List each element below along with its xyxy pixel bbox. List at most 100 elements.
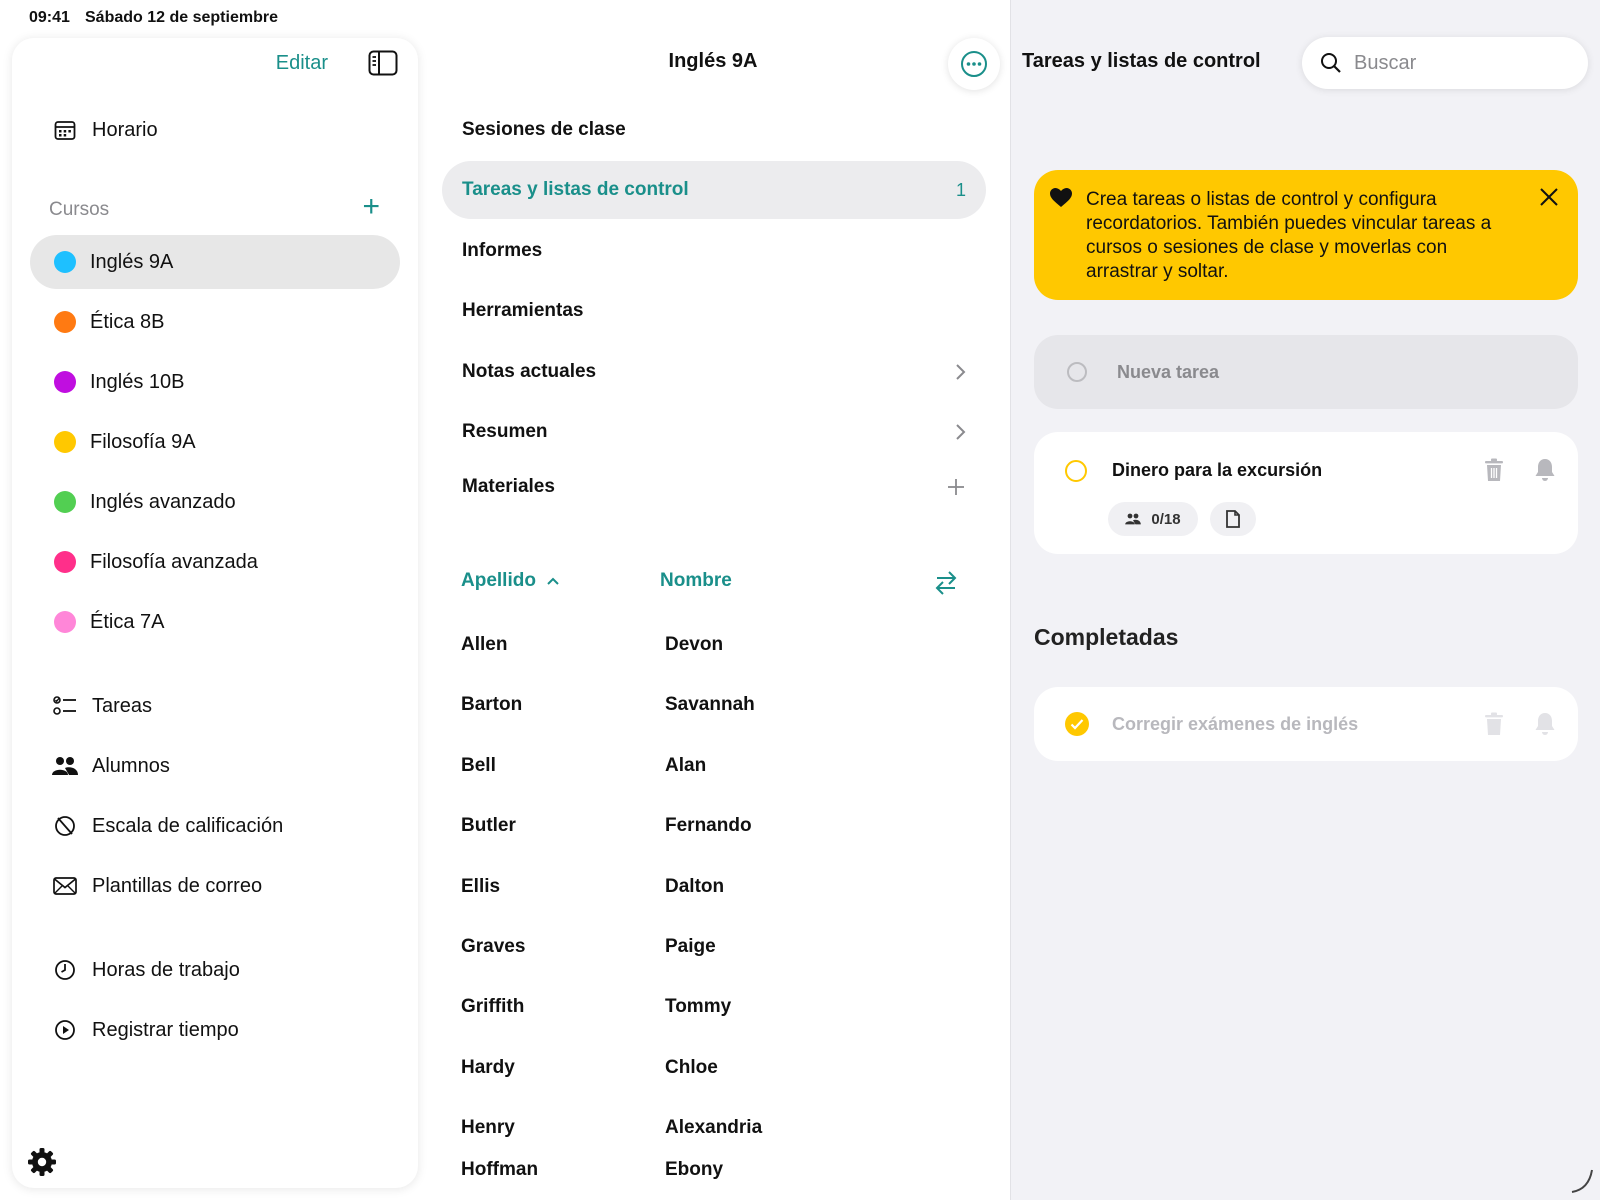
- swap-order-icon[interactable]: [934, 570, 958, 596]
- student-last-name: Henry: [461, 1117, 515, 1138]
- new-task-circle: [1067, 362, 1087, 382]
- play-circle-icon: [52, 1017, 78, 1043]
- course-color-dot: [54, 551, 76, 573]
- sidebar-toggle-icon[interactable]: [368, 50, 398, 76]
- student-first-name: Paige: [665, 936, 716, 957]
- trash-icon[interactable]: [1484, 458, 1504, 482]
- settings-gear-icon[interactable]: [26, 1146, 58, 1178]
- attachment-chip[interactable]: [1210, 502, 1256, 536]
- grading-scale-icon: [52, 813, 78, 839]
- sidebar-item-grading-scale[interactable]: Escala de calificación: [12, 796, 418, 856]
- sidebar-item-log-time[interactable]: Registrar tiempo: [12, 1000, 418, 1060]
- student-last-name: Butler: [461, 815, 516, 836]
- course-color-dot: [54, 251, 76, 273]
- menu-item-materials[interactable]: Materiales: [442, 458, 986, 516]
- menu-item-tasks-checklists[interactable]: Tareas y listas de control 1: [442, 161, 986, 219]
- student-first-name: Ebony: [665, 1159, 724, 1180]
- menu-item-tools[interactable]: Herramientas: [442, 282, 986, 340]
- new-task-input[interactable]: Nueva tarea: [1034, 335, 1578, 409]
- sidebar-item-label: Inglés 10B: [90, 370, 185, 393]
- student-row[interactable]: Butler Fernando: [461, 796, 981, 856]
- clock-icon: [52, 957, 78, 983]
- student-last-name: Bell: [461, 755, 496, 776]
- sidebar-item-label: Plantillas de correo: [92, 874, 263, 897]
- completed-check-icon[interactable]: [1065, 712, 1089, 736]
- status-date: Sábado 12 de septiembre: [85, 9, 278, 26]
- tip-text: Crea tareas o listas de control y config…: [1086, 189, 1492, 282]
- sidebar-course-advanced-philosophy[interactable]: Filosofía avanzada: [12, 532, 418, 592]
- menu-item-class-sessions[interactable]: Sesiones de clase: [442, 101, 986, 159]
- heart-icon: [1050, 188, 1072, 207]
- students-progress-chip[interactable]: 0/18: [1108, 502, 1198, 536]
- edit-button[interactable]: Editar: [276, 52, 328, 75]
- sidebar-course-philosophy-9a[interactable]: Filosofía 9A: [12, 412, 418, 472]
- sidebar-item-label: Inglés avanzado: [90, 490, 236, 513]
- bell-icon[interactable]: [1534, 458, 1556, 482]
- sidebar-item-email-templates[interactable]: Plantillas de correo: [12, 856, 418, 916]
- search-input[interactable]: Buscar: [1302, 37, 1588, 89]
- student-row[interactable]: Griffith Tommy: [461, 977, 981, 1037]
- sidebar-item-label: Filosofía 9A: [90, 430, 196, 453]
- student-first-name: Savannah: [665, 694, 755, 715]
- student-first-name: Dalton: [665, 876, 725, 897]
- student-first-name: Chloe: [665, 1057, 718, 1078]
- sidebar: Editar Horario Cursos + Inglés 9A Ética …: [12, 38, 418, 1188]
- student-first-name: Alan: [665, 755, 707, 776]
- sidebar-course-ethics-8b[interactable]: Ética 8B: [12, 292, 418, 352]
- menu-item-label: Resumen: [462, 421, 548, 442]
- add-course-icon[interactable]: +: [362, 192, 380, 222]
- sidebar-course-ethics-7a[interactable]: Ética 7A: [12, 592, 418, 652]
- student-row[interactable]: Barton Savannah: [461, 675, 981, 735]
- course-title: Inglés 9A: [668, 50, 758, 72]
- chevron-right-icon: [956, 424, 966, 440]
- sidebar-item-tasks[interactable]: Tareas: [12, 676, 418, 736]
- sidebar-item-working-hours[interactable]: Horas de trabajo: [12, 940, 418, 1000]
- selection-highlight: [30, 235, 400, 289]
- sidebar-item-schedule[interactable]: Horario: [12, 100, 418, 160]
- resize-handle-icon[interactable]: [1568, 1168, 1594, 1194]
- search-placeholder: Buscar: [1354, 51, 1417, 74]
- student-row[interactable]: Ellis Dalton: [461, 857, 981, 917]
- sort-last-name-button[interactable]: Apellido: [461, 570, 560, 592]
- student-row[interactable]: Bell Alan: [461, 736, 981, 796]
- sidebar-item-label: Registrar tiempo: [92, 1018, 239, 1041]
- student-row[interactable]: Hoffman Ebony: [461, 1140, 981, 1200]
- student-last-name: Barton: [461, 694, 523, 715]
- sort-first-name-button[interactable]: Nombre: [660, 570, 732, 592]
- task-card[interactable]: Dinero para la excursión 0/18: [1034, 432, 1578, 554]
- checklist-icon: [52, 693, 78, 719]
- sidebar-item-label: Escala de calificación: [92, 814, 284, 837]
- trash-icon[interactable]: [1484, 712, 1504, 736]
- bell-icon[interactable]: [1534, 712, 1556, 736]
- menu-item-reports[interactable]: Informes: [442, 222, 986, 280]
- course-color-dot: [54, 311, 76, 333]
- student-first-name: Devon: [665, 634, 724, 655]
- menu-item-current-grades[interactable]: Notas actuales: [442, 343, 986, 401]
- student-row[interactable]: Hardy Chloe: [461, 1038, 981, 1098]
- sort-last-name-label: Apellido: [461, 570, 536, 591]
- sidebar-course-advanced-english[interactable]: Inglés avanzado: [12, 472, 418, 532]
- menu-item-summary[interactable]: Resumen: [442, 403, 986, 461]
- student-row[interactable]: Allen Devon: [461, 615, 981, 675]
- student-row[interactable]: Graves Paige: [461, 917, 981, 977]
- menu-item-label: Materiales: [462, 476, 555, 497]
- sidebar-item-students[interactable]: Alumnos: [12, 736, 418, 796]
- completed-task-card[interactable]: Corregir exámenes de inglés: [1034, 687, 1578, 761]
- sidebar-item-label: Tareas: [92, 694, 153, 717]
- sidebar-item-label: Filosofía avanzada: [90, 550, 258, 573]
- student-last-name: Ellis: [461, 876, 501, 897]
- more-options-button[interactable]: [948, 38, 1000, 90]
- sidebar-course-english-10b[interactable]: Inglés 10B: [12, 352, 418, 412]
- close-icon[interactable]: [1538, 186, 1560, 208]
- tip-banner: Crea tareas o listas de control y config…: [1034, 170, 1578, 300]
- sidebar-item-label: Inglés 9A: [90, 250, 174, 273]
- student-last-name: Hardy: [461, 1057, 515, 1078]
- task-checkbox[interactable]: [1065, 460, 1087, 482]
- course-color-dot: [54, 371, 76, 393]
- student-first-name: Fernando: [665, 815, 752, 836]
- search-icon: [1321, 53, 1341, 73]
- add-material-icon[interactable]: [946, 477, 966, 497]
- pane-title: Tareas y listas de control: [1022, 50, 1261, 72]
- sidebar-course-english-9a[interactable]: Inglés 9A: [12, 232, 418, 292]
- calendar-icon: [52, 117, 78, 143]
